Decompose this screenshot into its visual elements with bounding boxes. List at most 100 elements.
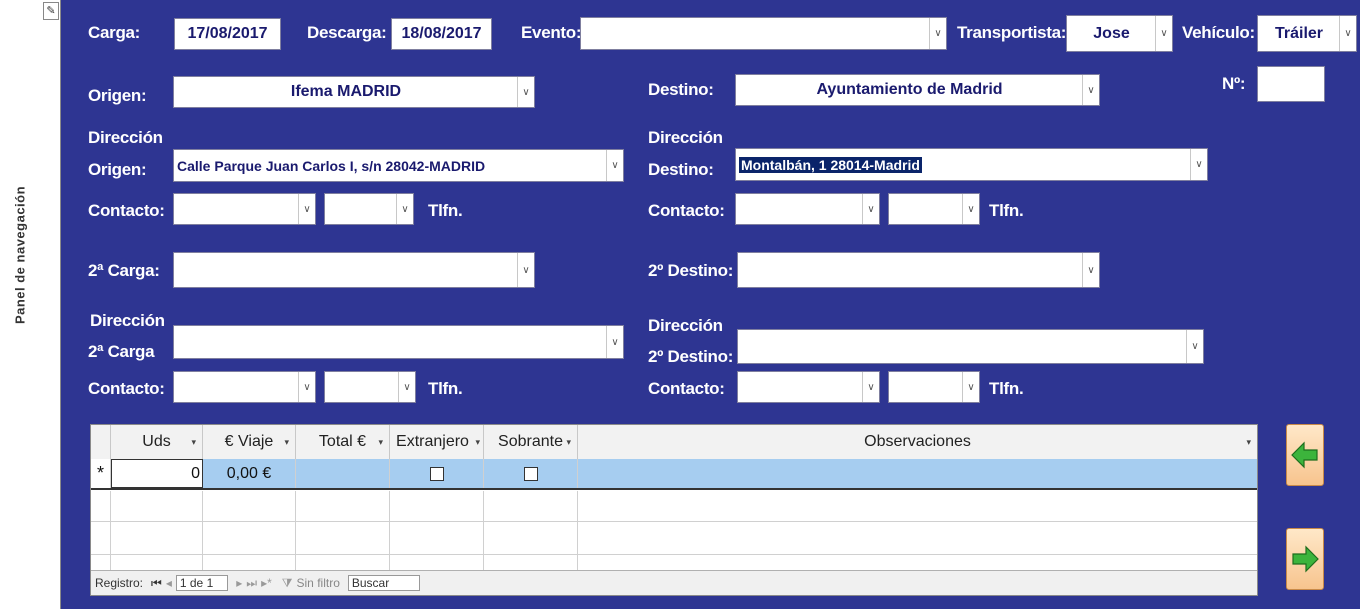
chevron-down-icon[interactable]: ∨ [862,372,879,402]
viaje-cell[interactable]: 0,00 € [203,459,296,488]
tlfn-carga2-label: Tlfn. [428,379,463,398]
chevron-down-icon[interactable]: ∨ [962,372,979,402]
select-all-corner[interactable] [91,425,111,459]
destino2-combo[interactable]: ∨ [737,252,1100,288]
carga-label: Carga: [88,23,141,42]
direccion-carga2-combo[interactable]: ∨ [173,325,624,359]
evento-combo[interactable]: ∨ [580,17,947,50]
chevron-down-icon[interactable]: ▾ [191,437,196,448]
chevron-down-icon[interactable]: ▾ [1246,437,1251,448]
chevron-down-icon[interactable]: ▾ [284,437,289,448]
destino-label: Destino: [648,80,714,99]
previous-record-icon[interactable]: ◂ [166,576,172,590]
column-header-observaciones[interactable]: Observaciones ▾ [578,425,1257,459]
chevron-down-icon[interactable]: ∨ [1190,149,1207,180]
descarga-date-field[interactable]: 18/08/2017 [391,18,492,50]
contacto-destino-combo[interactable]: ∨ [735,193,880,225]
contacto-carga2-combo[interactable]: ∨ [173,371,316,403]
navigation-pane-label: Panel de navegación [12,185,28,325]
previous-record-button[interactable] [1286,424,1324,486]
direccion-origen-combo[interactable]: Calle Parque Juan Carlos I, s/n 28042-MA… [173,149,624,182]
filter-status[interactable]: Sin filtro [297,576,340,590]
origen-label: Origen: [88,86,147,105]
total-cell[interactable] [296,459,390,488]
contacto-destino2-label: Contacto: [648,379,725,398]
chevron-down-icon[interactable]: ∨ [396,194,413,224]
last-record-icon[interactable]: ⏭ [246,576,257,591]
direccion-destino2-combo[interactable]: ∨ [737,329,1204,364]
chevron-down-icon[interactable]: ▾ [378,437,383,448]
chevron-down-icon[interactable]: ▾ [475,437,480,448]
column-header-extranjero[interactable]: Extranjero ▾ [390,425,484,459]
direccion-destino2-label-line1: Dirección [648,316,723,335]
tlfn-carga2-combo[interactable]: ∨ [324,371,416,403]
next-record-icon[interactable]: ▸ [236,576,242,590]
chevron-down-icon[interactable]: ∨ [606,150,623,181]
chevron-down-icon[interactable]: ∨ [298,372,315,402]
next-record-button[interactable] [1286,528,1324,590]
empty-row [91,491,1257,522]
chevron-down-icon[interactable]: ∨ [1339,16,1356,51]
chevron-down-icon[interactable]: ∨ [962,194,979,224]
chevron-down-icon[interactable]: ∨ [1186,330,1203,363]
detail-datasheet[interactable]: Uds ▾ € Viaje ▾ Total € ▾ Extranjero ▾ Sobra… [90,424,1258,596]
chevron-down-icon[interactable]: ∨ [398,372,415,402]
vehiculo-combo[interactable]: Tráiler ∨ [1257,15,1357,52]
chevron-down-icon[interactable]: ∨ [1082,253,1099,287]
chevron-down-icon[interactable]: ∨ [298,194,315,224]
tlfn-destino2-combo[interactable]: ∨ [888,371,980,403]
arrow-right-icon [1292,545,1319,573]
record-position-field[interactable]: 1 de 1 [175,575,229,591]
carga2-combo[interactable]: ∨ [173,252,535,288]
chevron-down-icon[interactable]: ∨ [862,194,879,224]
transportista-combo[interactable]: Jose ∨ [1066,15,1173,52]
direccion-carga2-label-line2: 2ª Carga [88,342,155,361]
tlfn-destino-combo[interactable]: ∨ [888,193,980,225]
descarga-label: Descarga: [307,23,387,42]
empty-row [91,555,1257,571]
carga-date-field[interactable]: 17/08/2017 [174,18,281,50]
observaciones-cell[interactable] [578,459,1257,488]
arrow-left-icon [1291,441,1318,469]
new-record-icon[interactable]: ▸* [261,576,272,590]
column-header-sobrante[interactable]: Sobrante ▾ [484,425,578,459]
chevron-down-icon[interactable]: ∨ [606,326,623,358]
origen-combo[interactable]: Ifema MADRID ∨ [173,76,535,108]
column-header-total[interactable]: Total € ▾ [296,425,390,459]
contacto-origen-combo[interactable]: ∨ [173,193,316,225]
destino2-label: 2º Destino: [648,261,734,280]
chevron-down-icon[interactable]: ∨ [1082,75,1099,105]
chevron-down-icon[interactable]: ∨ [1155,16,1172,51]
search-box[interactable]: Buscar [347,575,421,591]
vehiculo-label: Vehículo: [1182,23,1255,42]
chevron-down-icon[interactable]: ∨ [517,77,534,107]
pencil-icon: ✎ [43,2,59,20]
sobrante-checkbox[interactable] [523,466,538,481]
tlfn-origen-combo[interactable]: ∨ [324,193,414,225]
direccion-destino2-label-line2: 2º Destino: [648,347,734,366]
contacto-origen-label: Contacto: [88,201,165,220]
uds-cell[interactable]: 0 [111,459,203,488]
direccion-destino-label-line2: Destino: [648,160,714,179]
sobrante-cell[interactable] [484,459,578,488]
destino-combo[interactable]: Ayuntamiento de Madrid ∨ [735,74,1100,106]
empty-row [91,522,1257,555]
chevron-down-icon[interactable]: ∨ [929,18,946,49]
chevron-down-icon[interactable]: ∨ [517,253,534,287]
contacto-destino2-combo[interactable]: ∨ [737,371,880,403]
record-selector[interactable]: ✎ [40,0,61,609]
column-header-uds[interactable]: Uds ▾ [111,425,203,459]
new-record-row[interactable]: * 0 0,00 € [91,459,1257,490]
extranjero-cell[interactable] [390,459,484,488]
tlfn-origen-label: Tlfn. [428,201,463,220]
first-record-icon[interactable]: ⏮ [151,576,162,591]
numero-field[interactable] [1257,66,1325,102]
direccion-destino-combo[interactable]: Montalbán, 1 28014-Madrid ∨ [735,148,1208,181]
direccion-origen-label-line2: Origen: [88,160,147,179]
extranjero-checkbox[interactable] [429,466,444,481]
column-header-viaje[interactable]: € Viaje ▾ [203,425,296,459]
navigation-pane[interactable]: Panel de navegación [0,0,41,609]
filter-icon[interactable]: ⧩ [282,576,293,591]
chevron-down-icon[interactable]: ▾ [566,437,571,448]
transportista-label: Transportista: [957,23,1067,42]
